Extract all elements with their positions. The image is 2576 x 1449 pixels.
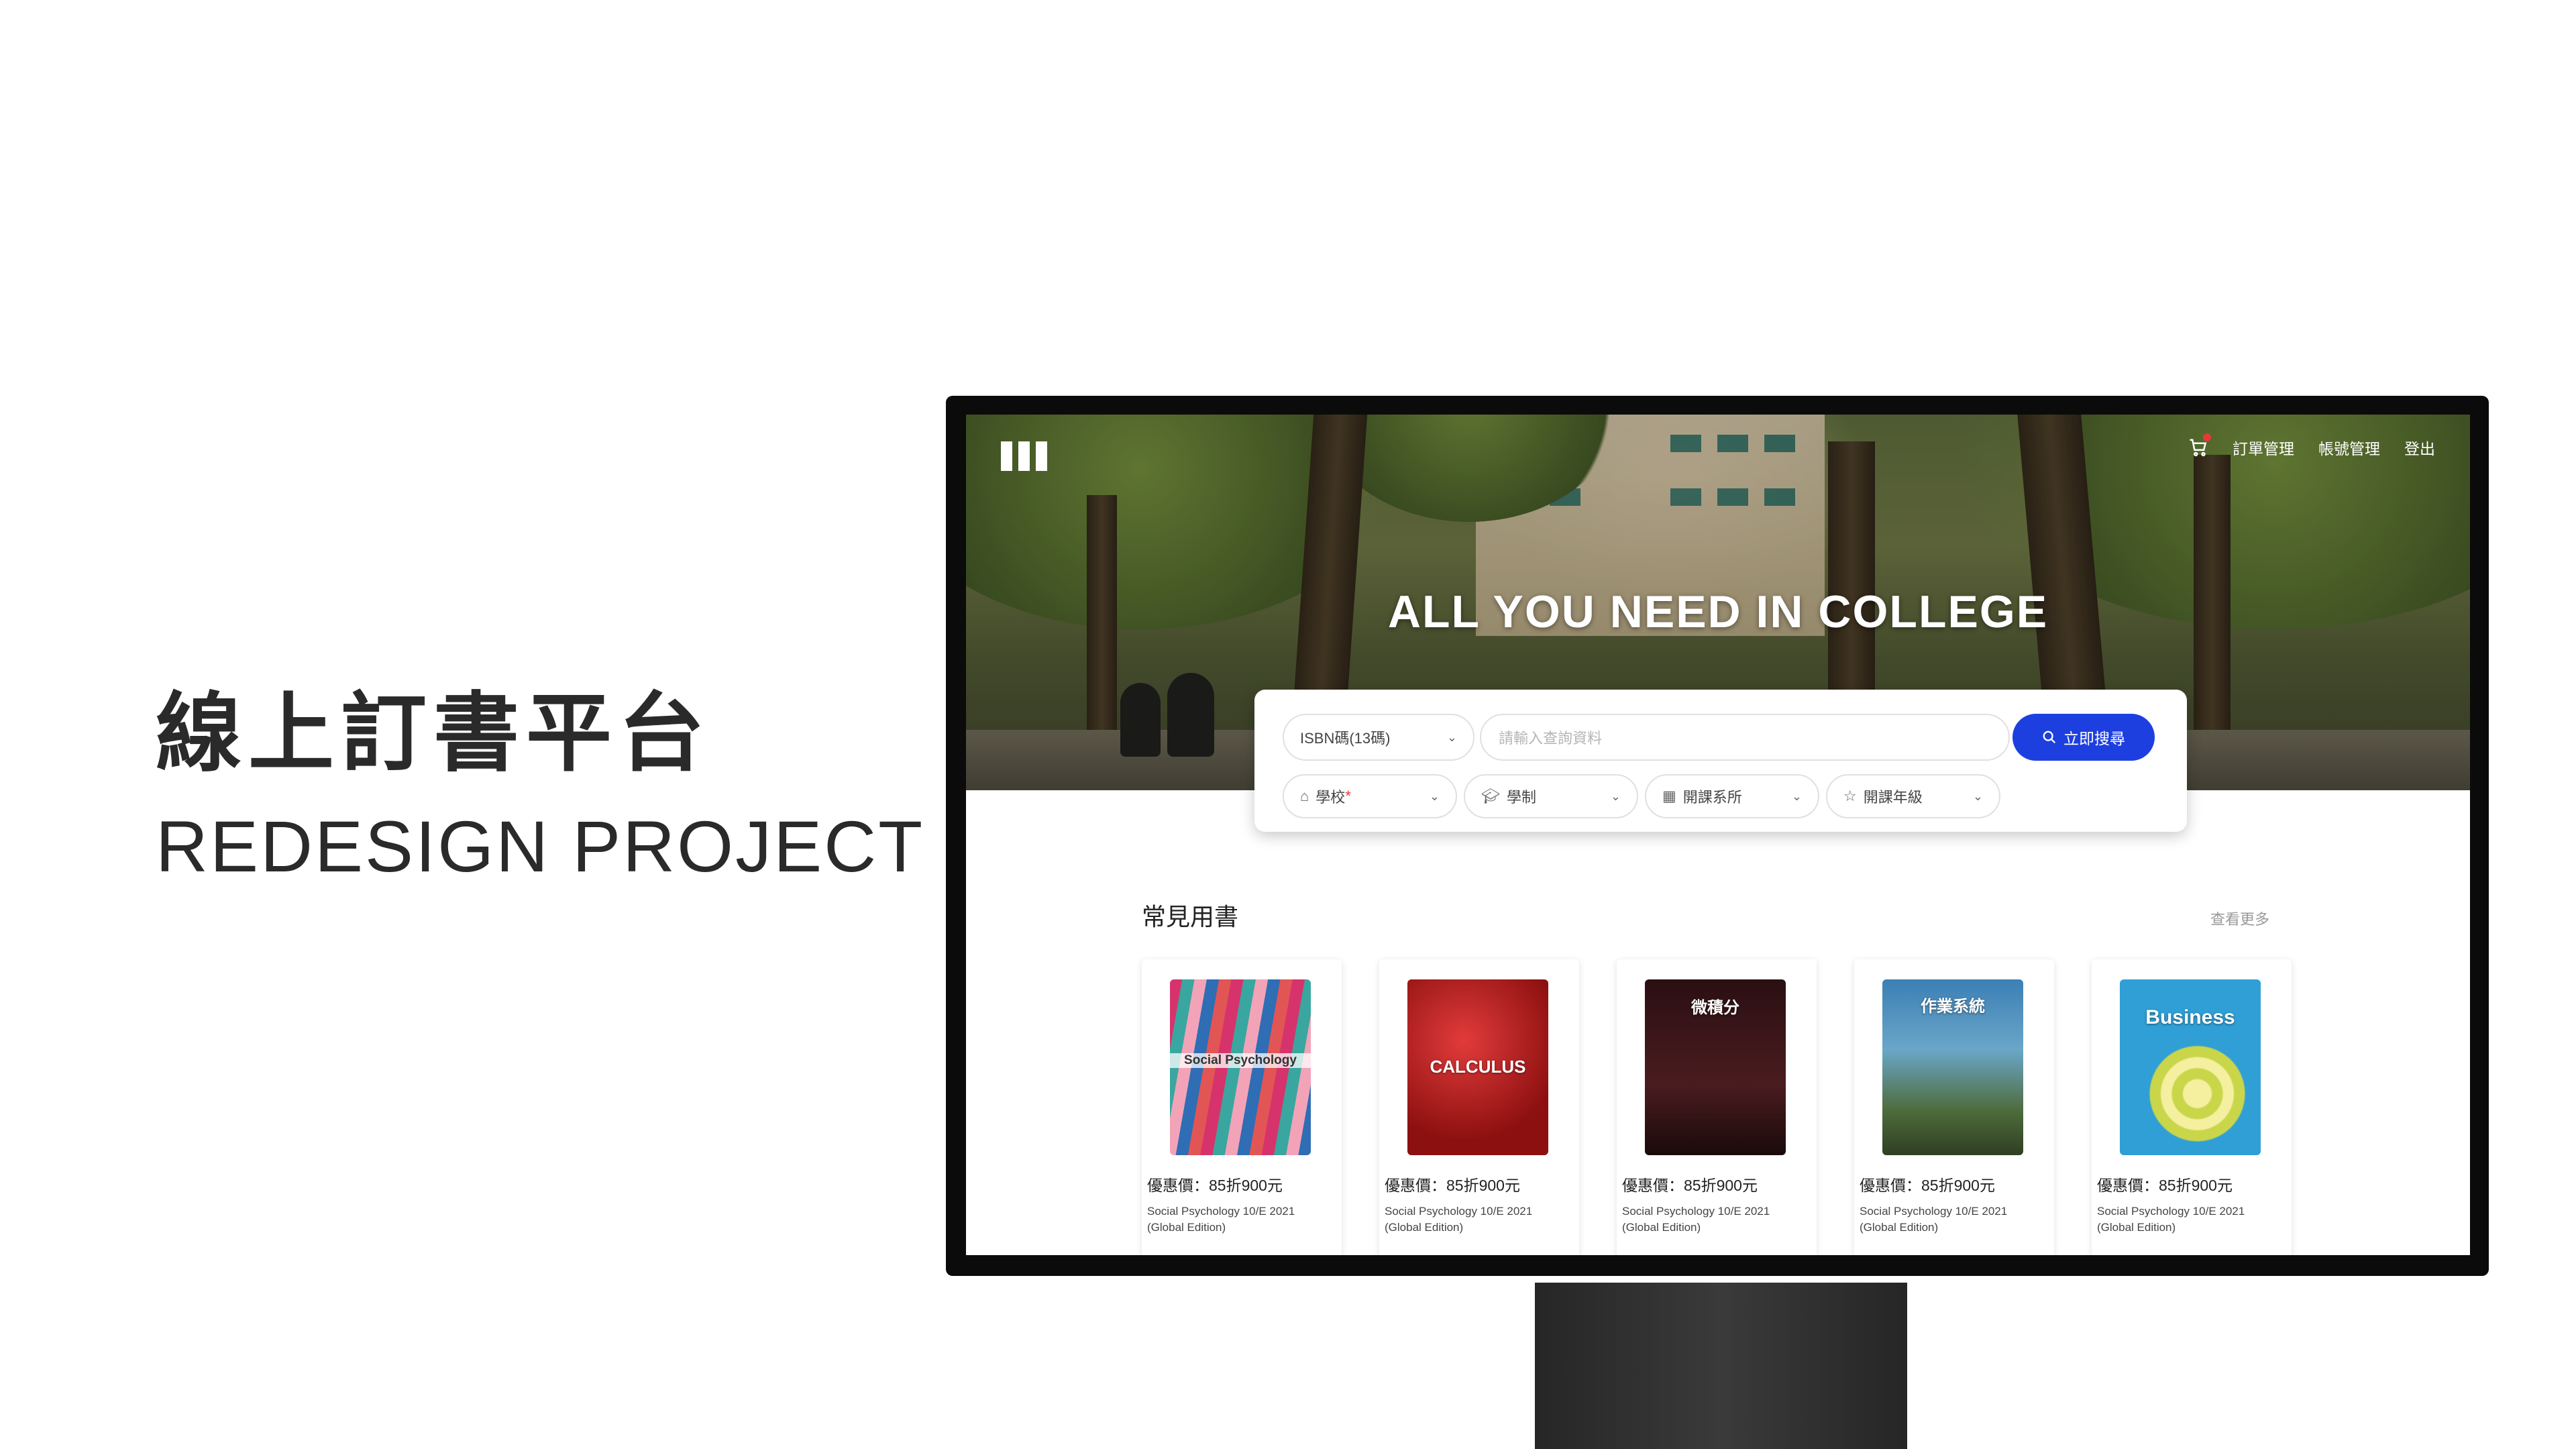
search-icon (2043, 731, 2056, 744)
title-english: REDESIGN PROJECT (156, 806, 925, 887)
title-chinese: 線上訂書平台 (156, 684, 712, 784)
book-card[interactable]: Business 優惠價：85折900元 Social Psychology 1… (2092, 959, 2292, 1255)
school-icon: ⌂ (1300, 788, 1309, 804)
book-card[interactable]: 作業系統 優惠價：85折900元 Social Psychology 10/E … (1854, 959, 2054, 1255)
monitor-stand (1535, 1283, 1907, 1449)
search-button-label: 立即搜尋 (2063, 730, 2125, 747)
book-price: 優惠價：85折900元 (1860, 1177, 1995, 1194)
program-select[interactable]: 🎓︎ 學制 ⌄ (1464, 774, 1638, 818)
book-price: 優惠價：85折900元 (2097, 1177, 2233, 1194)
book-name: Social Psychology 10/E 2021 (Global Edit… (1385, 1205, 1533, 1234)
search-type-value: ISBN碼(13碼) (1300, 730, 1391, 747)
nav-logout[interactable]: 登出 (2404, 436, 2435, 459)
book-card[interactable]: CALCULUS 優惠價：85折900元 Social Psychology 1… (1379, 959, 1579, 1255)
nav-account-management[interactable]: 帳號管理 (2318, 436, 2380, 459)
school-label: 學校 (1316, 789, 1346, 806)
department-label: 開課系所 (1682, 789, 1742, 806)
cart-badge (2203, 433, 2211, 441)
book-cover: CALCULUS (1407, 979, 1548, 1155)
book-name: Social Psychology 10/E 2021 (Global Edit… (1622, 1205, 1770, 1234)
book-price: 優惠價：85折900元 (1622, 1177, 1758, 1194)
chevron-down-icon: ⌄ (1791, 789, 1802, 803)
program-label: 學制 (1506, 789, 1536, 806)
monitor: 訂單管理 帳號管理 登出 ALL YOU NEED IN COLLEGE ISB… (946, 396, 2489, 1276)
building-icon: ▦ (1662, 788, 1676, 804)
required-mark: * (1345, 788, 1351, 804)
search-placeholder: 請輸入查詢資料 (1499, 730, 1603, 747)
book-price: 優惠價：85折900元 (1147, 1177, 1283, 1194)
book-card[interactable]: 微積分 優惠價：85折900元 Social Psychology 10/E 2… (1617, 959, 1817, 1255)
chevron-down-icon: ⌄ (1446, 730, 1457, 744)
project-heading: 線上訂書平台 REDESIGN PROJECT (156, 691, 924, 883)
book-card[interactable]: Social Psychology 優惠價：85折900元 Social Psy… (1142, 959, 1342, 1255)
search-type-select[interactable]: ISBN碼(13碼) ⌄ (1283, 714, 1474, 761)
view-more-link[interactable]: 查看更多 (2210, 908, 2269, 929)
book-name: Social Psychology 10/E 2021 (Global Edit… (1147, 1205, 1295, 1234)
school-select[interactable]: ⌂ 學校 * ⌄ (1283, 774, 1457, 818)
chevron-down-icon: ⌄ (1610, 789, 1621, 803)
book-cover: 微積分 (1645, 979, 1786, 1155)
website-screen: 訂單管理 帳號管理 登出 ALL YOU NEED IN COLLEGE ISB… (966, 415, 2470, 1255)
star-icon: ☆ (1843, 788, 1857, 804)
top-nav: 訂單管理 帳號管理 登出 (2188, 433, 2435, 459)
site-logo[interactable] (1001, 441, 1047, 471)
grade-select[interactable]: ☆ 開課年級 ⌄ (1826, 774, 2000, 818)
section-title: 常見用書 (1142, 903, 1239, 930)
cart-icon[interactable] (2188, 433, 2211, 458)
search-panel: ISBN碼(13碼) ⌄ 請輸入查詢資料 立即搜尋 ⌂ 學校 * ⌄ 🎓︎ 學制… (1254, 690, 2187, 832)
book-price: 優惠價：85折900元 (1385, 1177, 1520, 1194)
search-button[interactable]: 立即搜尋 (2012, 714, 2155, 761)
book-name: Social Psychology 10/E 2021 (Global Edit… (2097, 1205, 2245, 1234)
book-cover: 作業系統 (1882, 979, 2023, 1155)
nav-order-management[interactable]: 訂單管理 (2233, 436, 2294, 459)
grade-label: 開課年級 (1863, 789, 1923, 806)
graduation-cap-icon: 🎓︎ (1481, 788, 1500, 804)
book-name: Social Psychology 10/E 2021 (Global Edit… (1860, 1205, 2008, 1234)
search-input[interactable]: 請輸入查詢資料 (1480, 714, 2010, 761)
hero-tagline: ALL YOU NEED IN COLLEGE (1387, 586, 2049, 637)
chevron-down-icon: ⌄ (1429, 789, 1440, 803)
book-cover: Business (2120, 979, 2261, 1155)
chevron-down-icon: ⌄ (1972, 789, 1983, 803)
book-cover: Social Psychology (1170, 979, 1311, 1155)
department-select[interactable]: ▦ 開課系所 ⌄ (1645, 774, 1819, 818)
